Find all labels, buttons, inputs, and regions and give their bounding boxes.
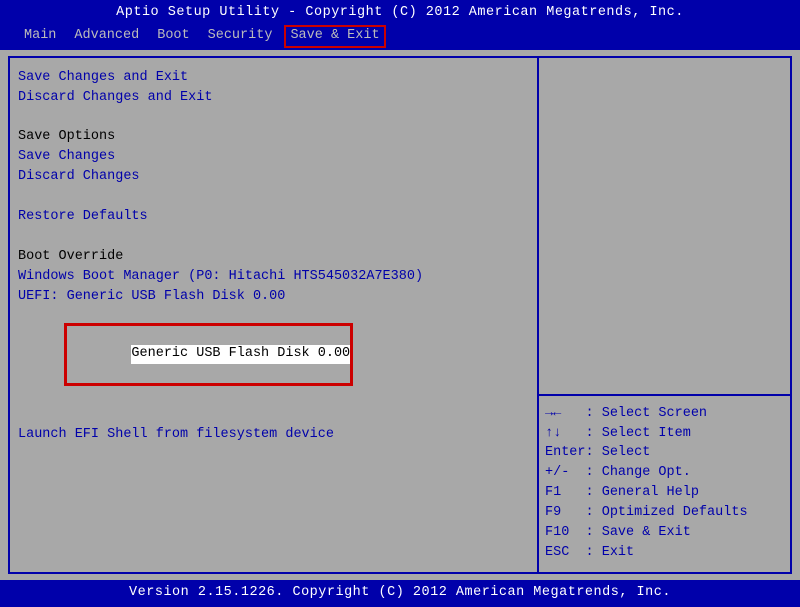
title-bar: Aptio Setup Utility - Copyright (C) 2012… <box>0 0 800 25</box>
left-panel: Save Changes and Exit Discard Changes an… <box>8 56 539 574</box>
menu-advanced[interactable]: Advanced <box>68 27 145 46</box>
menu-boot[interactable]: Boot <box>151 27 195 46</box>
help-description <box>539 58 790 394</box>
header-boot-override: Boot Override <box>18 248 529 267</box>
help-row: ↑↓ : Select Item <box>545 425 784 444</box>
menu-main[interactable]: Main <box>18 27 62 46</box>
header-save-options: Save Options <box>18 128 529 147</box>
opt-discard-changes[interactable]: Discard Changes <box>18 168 529 187</box>
help-row: Enter: Select <box>545 444 784 463</box>
help-row: F9 : Optimized Defaults <box>545 504 784 523</box>
opt-launch-efi-shell[interactable]: Launch EFI Shell from filesystem device <box>18 426 529 445</box>
help-row: F1 : General Help <box>545 484 784 503</box>
opt-save-changes[interactable]: Save Changes <box>18 148 529 167</box>
help-row: →← : Select Screen <box>545 405 784 424</box>
menu-save-exit[interactable]: Save & Exit <box>284 25 385 48</box>
help-row: +/- : Change Opt. <box>545 464 784 483</box>
opt-save-changes-exit[interactable]: Save Changes and Exit <box>18 69 529 88</box>
help-keys: →← : Select Screen ↑↓ : Select Item Ente… <box>539 394 790 572</box>
opt-restore-defaults[interactable]: Restore Defaults <box>18 208 529 227</box>
right-panel: →← : Select Screen ↑↓ : Select Item Ente… <box>537 56 792 574</box>
footer-bar: Version 2.15.1226. Copyright (C) 2012 Am… <box>0 580 800 607</box>
menu-bar: Main Advanced Boot Security Save & Exit <box>0 25 800 50</box>
help-row: F10 : Save & Exit <box>545 524 784 543</box>
boot-windows-boot-manager[interactable]: Windows Boot Manager (P0: Hitachi HTS545… <box>18 268 529 287</box>
boot-uefi-usb[interactable]: UEFI: Generic USB Flash Disk 0.00 <box>18 288 529 307</box>
opt-discard-changes-exit[interactable]: Discard Changes and Exit <box>18 89 529 108</box>
menu-security[interactable]: Security <box>202 27 279 46</box>
boot-generic-usb-selected[interactable]: Generic USB Flash Disk 0.00 <box>131 345 350 364</box>
highlight-selected-boot: Generic USB Flash Disk 0.00 <box>64 323 354 386</box>
help-row: ESC : Exit <box>545 544 784 563</box>
